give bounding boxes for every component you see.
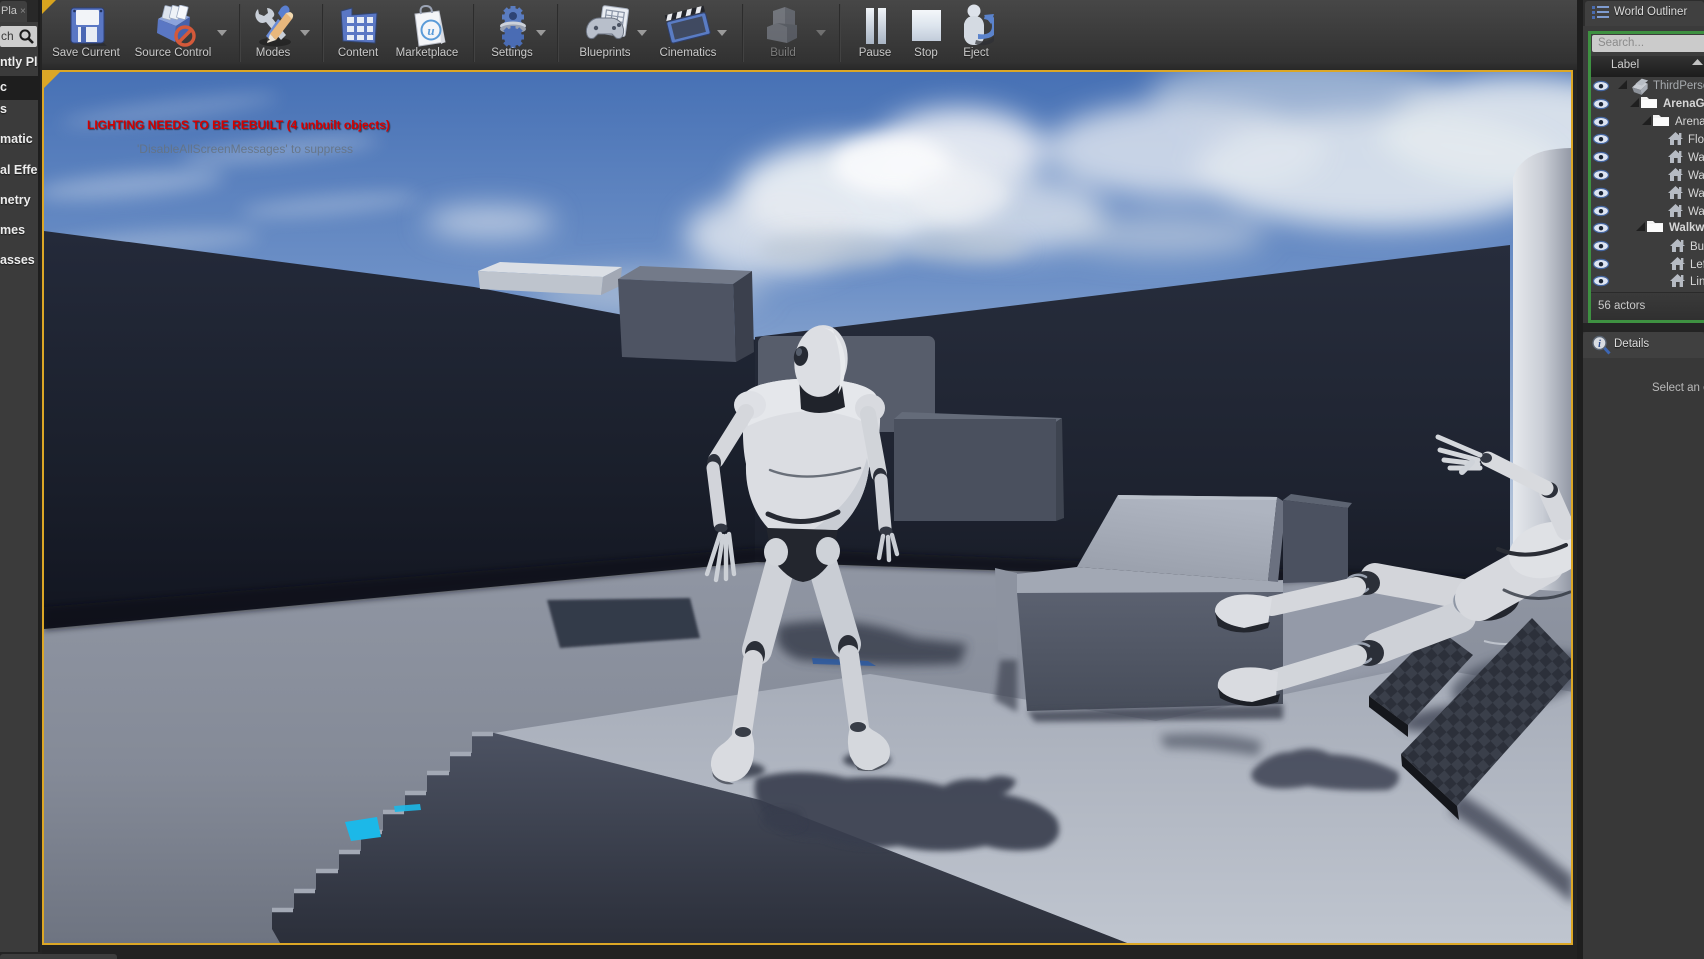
svg-text:Wall: Wall	[1688, 170, 1704, 182]
svg-text:Arena: Arena	[1675, 116, 1704, 128]
svg-text:ArenaGe: ArenaGe	[1663, 98, 1704, 110]
svg-text:Wall: Wall	[1688, 206, 1704, 218]
svg-text:Floo: Floo	[1688, 134, 1704, 146]
svg-text:i: i	[1598, 339, 1601, 350]
svg-text:Bun: Bun	[1690, 241, 1704, 253]
svg-text:Line: Line	[1690, 276, 1704, 288]
svg-text:Wall: Wall	[1688, 188, 1704, 200]
svg-text:Left: Left	[1690, 259, 1704, 271]
svg-text:Walkw: Walkw	[1669, 222, 1704, 234]
svg-text:Wall: Wall	[1688, 152, 1704, 164]
svg-text:ThirdPerso: ThirdPerso	[1653, 80, 1704, 92]
svg-text:u: u	[427, 23, 434, 38]
